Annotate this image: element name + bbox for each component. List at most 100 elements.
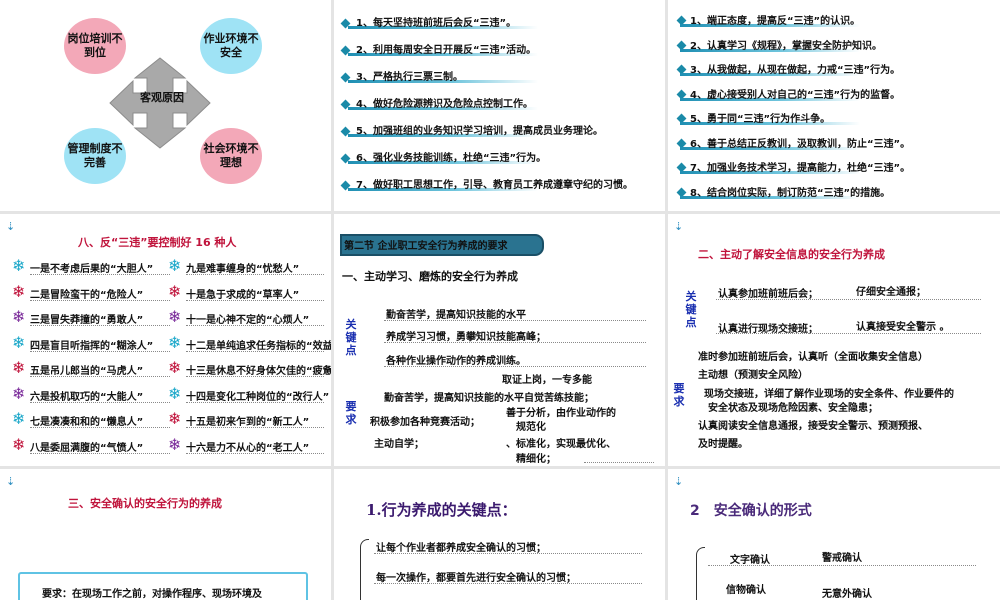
snowflake-icon: ❄ xyxy=(12,256,26,275)
req-line-6a: 、标准化，实现最优化、 xyxy=(506,439,616,450)
snowflake-icon: ❄ xyxy=(168,358,182,377)
form-token-confirm: 信物确认 xyxy=(726,585,766,596)
slide-learning-behavior[interactable]: 第二节 企业职工安全行为养成的要求 一、主动学习、磨炼的安全行为养成 关键点 要… xyxy=(334,214,665,466)
divider xyxy=(30,274,170,275)
cause-circle-society: 社会环境不理想 xyxy=(200,128,262,184)
type-item: 九是难事缠身的“忧愁人” xyxy=(186,264,300,275)
req-line-4: 积极参加各种竞赛活动； xyxy=(370,417,480,428)
divider xyxy=(30,452,170,454)
measure-item: 1、端正态度，提高反“三违”的认识。 xyxy=(690,16,861,27)
divider xyxy=(30,325,170,326)
measure-item: 7、加强业务技术学习，提高能力，杜绝“三违”。 xyxy=(690,163,911,174)
snowflake-icon: ❄ xyxy=(12,358,26,377)
divider xyxy=(30,376,170,377)
section-banner-text: 第二节 企业职工安全行为养成的要求 xyxy=(344,241,508,252)
slide-objective-causes[interactable]: 客观原因 岗位培训不到位 作业环境不安全 管理制度不完善 社会环境不理想 xyxy=(0,0,331,211)
slide-title: 1.行为养成的关键点： xyxy=(366,501,517,519)
slide-title: 八、反“三违”要控制好 16 种人 xyxy=(78,236,237,249)
slide-personal-measures[interactable]: 1、端正态度，提高反“三违”的认识。 2、认真学习《规程》，掌握安全防护知识。 3、… xyxy=(668,0,1000,211)
slide-sixteen-types[interactable]: ⇣ 八、反“三违”要控制好 16 种人 ❄ 一是不考虑后果的“大胆人” ❄ 二是冒险蛮… xyxy=(0,214,331,466)
divider xyxy=(186,427,324,428)
key-1b: 仔细安全通报； xyxy=(856,287,926,298)
form-no-accident-confirm: 无意外确认 xyxy=(822,589,872,600)
nav-arrow-icon[interactable]: ⇣ xyxy=(6,220,15,233)
section-heading: 一、主动学习、磨炼的安全行为养成 xyxy=(342,270,518,283)
divider xyxy=(186,401,324,403)
req-4: 安全状态及现场危险因素、安全隐患； xyxy=(708,403,878,414)
measure-item: 4、做好危险源辨识及危险点控制工作。 xyxy=(356,99,533,110)
type-item: 三是冒失莽撞的“勇敢人” xyxy=(30,315,144,326)
point-2: 每一次操作，都要首先进行安全确认的习惯； xyxy=(376,573,576,584)
req-5: 认真阅读安全信息通报，接受安全警示、预测预报、 xyxy=(698,421,928,432)
slide-title: 二、主动了解安全信息的安全行为养成 xyxy=(698,248,885,261)
snowflake-icon: ❄ xyxy=(12,281,26,301)
type-item: 十三是休息不好身体欠佳的“疲惫人” xyxy=(186,366,331,377)
snowflake-icon: ❄ xyxy=(168,281,182,301)
type-item: 十二是单纯追求任务指标的“效益人” xyxy=(186,340,331,352)
divider xyxy=(30,299,170,301)
measure-item: 2、利用每周安全日开展反“三违”活动。 xyxy=(356,45,537,56)
measure-item: 5、加强班组的业务知识学习培训，提高成员业务理论。 xyxy=(356,126,603,137)
measure-item: 6、强化业务技能训练，杜绝“三违”行为。 xyxy=(356,153,547,164)
measure-item: 7、做好职工思想工作，引导、教育员工养成遵章守纪的习惯。 xyxy=(356,180,633,191)
type-item: 二是冒险蛮干的“危险人” xyxy=(30,289,144,301)
cause-circle-management: 管理制度不完善 xyxy=(64,128,126,184)
divider xyxy=(186,350,324,352)
snowflake-icon: ❄ xyxy=(12,434,26,454)
snowflake-icon: ❄ xyxy=(168,434,182,454)
divider xyxy=(186,274,324,275)
measure-item: 1、每天坚持班前班后会反“三违”。 xyxy=(356,18,517,29)
brace-icon xyxy=(360,539,369,600)
snowflake-icon: ❄ xyxy=(12,332,26,352)
requirement-box-text: 要求：在现场工作之前，对操作程序、现场环境及 xyxy=(42,589,262,600)
divider xyxy=(186,376,324,377)
req-3: 现场交接班，详细了解作业现场的安全条件、作业要件的 xyxy=(704,389,954,400)
snowflake-icon: ❄ xyxy=(168,332,182,352)
tag-requirements: 要求 xyxy=(673,382,685,408)
req-6: 及时提醒。 xyxy=(698,439,748,450)
divider xyxy=(186,325,324,326)
measure-item: 8、结合岗位实际，制订防范“三违”的措施。 xyxy=(690,187,891,199)
req-line-3a: 善于分析，由作业动作的 xyxy=(506,408,616,419)
slide-confirm-forms[interactable]: ⇣ 2 安全确认的形式 文字确认 警戒确认 信物确认 无意外确认 xyxy=(668,469,1000,600)
slide-safety-info-behavior[interactable]: ⇣ 二、主动了解安全信息的安全行为养成 关键点 认真参加班前班后会； 仔细安全通… xyxy=(668,214,1000,466)
slide-title: 2 安全确认的形式 xyxy=(690,503,812,519)
slide-team-measures[interactable]: 1、每天坚持班前班后会反“三违”。 2、利用每周安全日开展反“三违”活动。 3、严格… xyxy=(334,0,665,211)
req-line-2: 勤奋苦学，提高知识技能的水平自觉苦练技能； xyxy=(384,393,594,404)
snowflake-icon: ❄ xyxy=(12,409,26,428)
measure-item: 3、严格执行三票三制。 xyxy=(356,72,463,83)
cause-circle-environment: 作业环境不安全 xyxy=(200,18,262,74)
type-item: 十四是变化工种岗位的“改行人” xyxy=(186,391,330,403)
divider xyxy=(186,452,324,454)
req-line-6b: 精细化； xyxy=(516,454,556,465)
center-label: 客观原因 xyxy=(140,91,184,104)
snowflake-icon: ❄ xyxy=(168,383,182,403)
type-item: 一是不考虑后果的“大胆人” xyxy=(30,264,154,275)
tag-keypoints: 关键点 xyxy=(345,318,357,357)
tag-requirements: 要求 xyxy=(345,400,357,426)
slide-safety-confirm[interactable]: ⇣ 三、安全确认的安全行为的养成 要求：在现场工作之前，对操作程序、现场环境及 xyxy=(0,469,331,600)
req-2: 主动想（预测安全风险） xyxy=(698,370,808,381)
type-item: 五是吊儿郎当的“马虎人” xyxy=(30,366,144,377)
key-line-1: 勤奋苦学，提高知识技能的水平 xyxy=(386,310,526,321)
snowflake-icon: ❄ xyxy=(168,307,182,326)
measure-item: 2、认真学习《规程》，掌握安全防护知识。 xyxy=(690,40,882,52)
nav-arrow-icon[interactable]: ⇣ xyxy=(674,475,683,488)
type-item: 十是急于求成的“草率人” xyxy=(186,289,300,301)
type-item: 六是投机取巧的“大能人” xyxy=(30,391,144,403)
type-item: 七是凑凑和和的“懒息人” xyxy=(30,417,144,428)
nav-arrow-icon[interactable]: ⇣ xyxy=(674,220,683,233)
type-item: 十一是心神不定的“心烦人” xyxy=(186,315,310,326)
req-line-3b: 规范化 xyxy=(516,422,546,433)
point-1: 让每个作业者都养成安全确认的习惯； xyxy=(376,543,546,554)
divider xyxy=(186,299,324,301)
measure-item: 4、虚心接受别人对自己的“三违”行为的监督。 xyxy=(690,89,901,101)
type-item: 十五是初来乍到的“新工人” xyxy=(186,417,310,428)
slide-behavior-keypoints[interactable]: 1.行为养成的关键点： 让每个作业者都养成安全确认的习惯； 每一次操作，都要首先… xyxy=(334,469,665,600)
divider xyxy=(30,427,170,428)
cause-circle-training: 岗位培训不到位 xyxy=(64,18,126,74)
measure-item: 3、从我做起，从现在做起，力戒“三违”行为。 xyxy=(690,65,901,76)
type-item: 十六是力不从心的“老工人” xyxy=(186,442,310,454)
nav-arrow-icon[interactable]: ⇣ xyxy=(6,475,15,488)
req-line-1: 取证上岗，一专多能 xyxy=(502,375,592,386)
